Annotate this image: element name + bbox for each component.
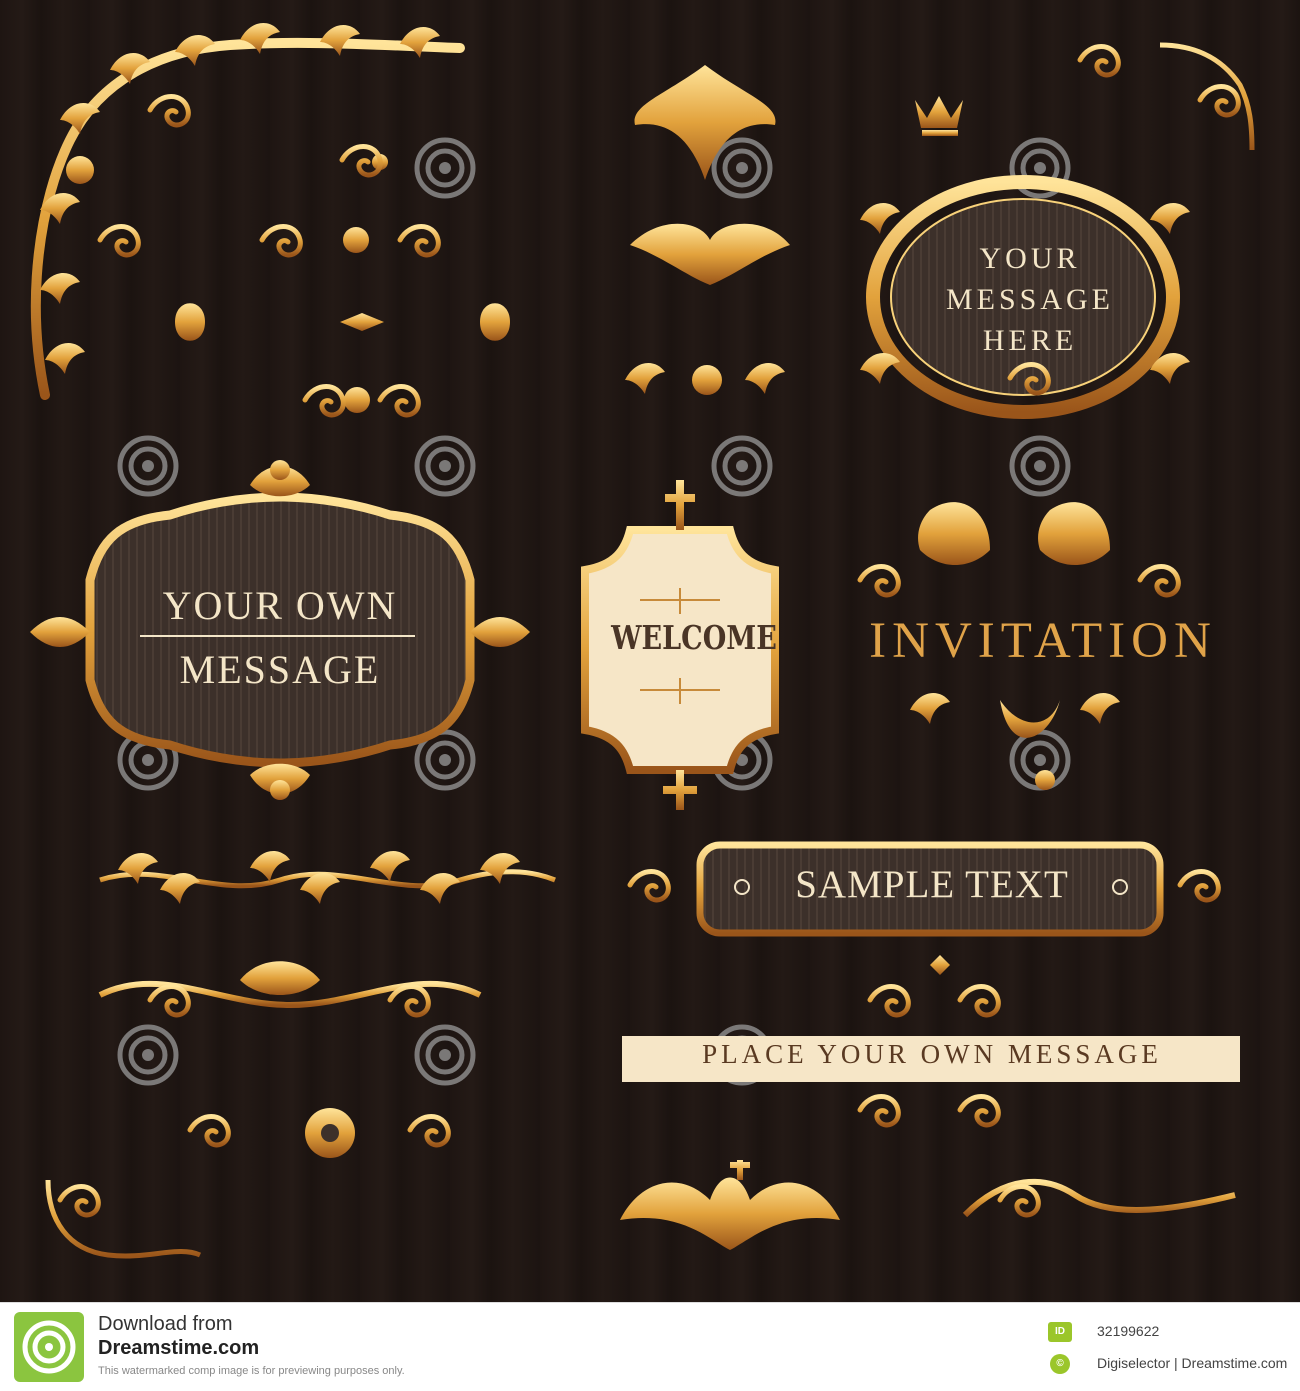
leaf-vine-border xyxy=(99,850,556,904)
oval-frame-message: YOUR MESSAGE HERE xyxy=(945,242,1115,357)
banner-message-label: PLACE YOUR OWN MESSAGE xyxy=(702,1039,1162,1069)
image-id: 32199622 xyxy=(1097,1323,1160,1339)
dreamstime-logo-icon xyxy=(14,1312,84,1382)
artwork-canvas: YOUR MESSAGE HERE YOUR OWN MESSAGE WELCO… xyxy=(0,0,1300,1302)
author-credit: Digiselector | Dreamstime.com xyxy=(1097,1355,1288,1371)
id-badge: ID xyxy=(1048,1322,1072,1342)
watermark-footer: Download from Dreamstime.com This waterm… xyxy=(0,1302,1300,1391)
scroll-dividers xyxy=(98,961,555,1158)
own-message-line2: MESSAGE xyxy=(179,647,381,692)
download-label: Download from xyxy=(98,1313,233,1335)
sample-text-label: SAMPLE TEXT xyxy=(795,863,1069,906)
floral-corner-ornament xyxy=(30,22,465,400)
watermark-note: This watermarked comp image is for previ… xyxy=(98,1365,405,1377)
invitation-label: INVITATION xyxy=(869,613,1217,669)
crown-icon xyxy=(915,96,963,136)
welcome-label: WELCOME xyxy=(611,618,777,657)
own-message-line1: YOUR OWN xyxy=(162,583,398,628)
site-name-link[interactable]: Dreamstime.com xyxy=(98,1337,259,1360)
copyright-icon: © xyxy=(1050,1354,1070,1374)
center-ornaments xyxy=(625,65,790,395)
divider-ornaments xyxy=(140,147,510,415)
bottom-ornaments xyxy=(620,1160,1236,1250)
